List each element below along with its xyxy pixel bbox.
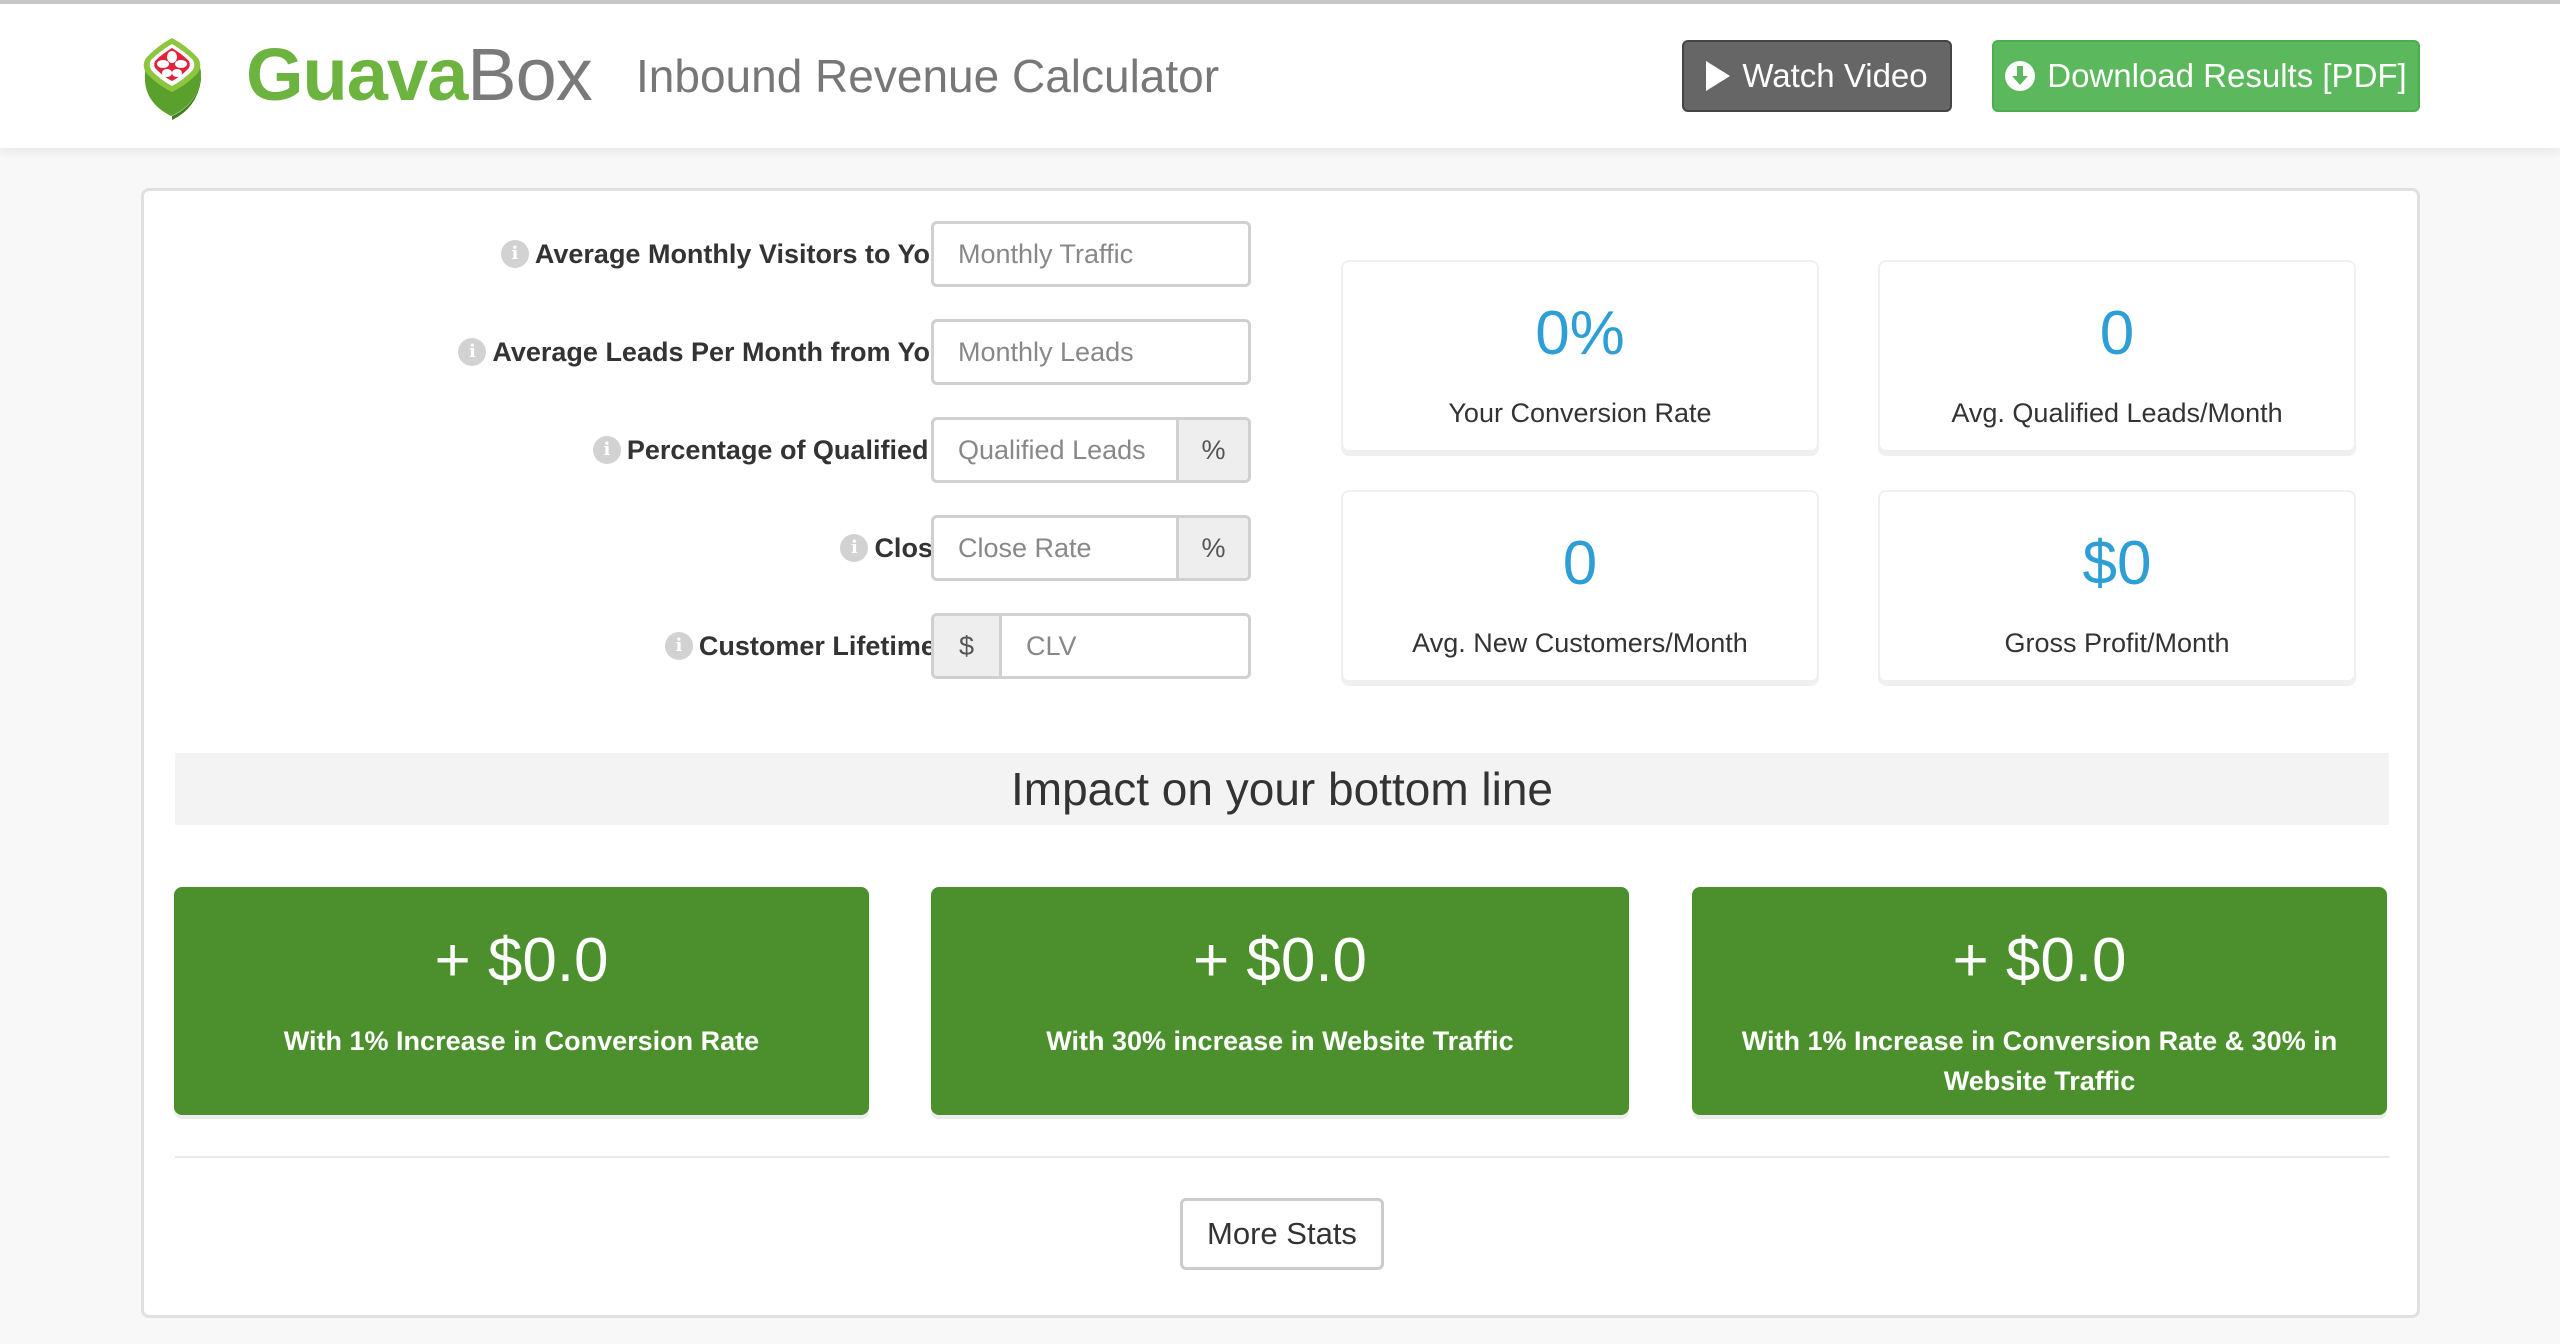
impact-tile-traffic: + $0.0 With 30% increase in Website Traf…: [931, 887, 1629, 1115]
monthly-visitors-group: [931, 221, 1251, 287]
impact-label: With 1% Increase in Conversion Rate & 30…: [1741, 1026, 2338, 1096]
monthly-traffic-input[interactable]: [934, 224, 1248, 284]
form-row-qualified-leads: i Percentage of Qualified Leads %: [144, 417, 1394, 483]
brand-name-secondary: Box: [467, 33, 593, 116]
watch-video-button[interactable]: Watch Video: [1682, 40, 1952, 112]
calculator-panel: i Average Monthly Visitors to Your Site …: [141, 188, 2420, 1318]
impact-label: With 1% Increase in Conversion Rate: [283, 1026, 760, 1056]
impact-value: + $0.0: [1952, 926, 2127, 995]
impact-value: + $0.0: [434, 926, 609, 995]
stat-card-new-customers: 0 Avg. New Customers/Month: [1341, 490, 1819, 682]
more-stats-button[interactable]: More Stats: [1180, 1198, 1384, 1270]
info-icon[interactable]: i: [592, 436, 621, 464]
guava-fruit-icon: [143, 38, 201, 120]
qualified-leads-input[interactable]: [934, 420, 1176, 480]
clv-group: $: [931, 613, 1251, 679]
impact-heading: Impact on your bottom line: [175, 753, 2389, 825]
header: GuavaBox Inbound Revenue Calculator Watc…: [0, 4, 2560, 148]
stat-value: $0: [2082, 529, 2152, 598]
stat-value: 0: [1562, 529, 1598, 598]
brand-logo[interactable]: GuavaBox: [246, 30, 593, 120]
stat-label: Avg. Qualified Leads/Month: [1951, 398, 2283, 428]
stat-card-conversion-rate: 0% Your Conversion Rate: [1341, 260, 1819, 452]
stat-card-qualified-leads: 0 Avg. Qualified Leads/Month: [1878, 260, 2356, 452]
stat-value: 0%: [1535, 299, 1625, 368]
play-icon: [1706, 61, 1731, 91]
monthly-leads-input[interactable]: [934, 322, 1248, 382]
download-results-button[interactable]: Download Results [PDF]: [1992, 40, 2420, 112]
stat-card-gross-profit: $0 Gross Profit/Month: [1878, 490, 2356, 682]
close-rate-group: %: [931, 515, 1251, 581]
form-row-monthly-visitors: i Average Monthly Visitors to Your Site: [144, 221, 1394, 287]
section-divider: [175, 1156, 2389, 1158]
dollar-addon: $: [934, 616, 1002, 676]
impact-tile-combined: + $0.0 With 1% Increase in Conversion Ra…: [1692, 887, 2387, 1115]
download-results-label: Download Results [PDF]: [2047, 57, 2407, 94]
page-title: Inbound Revenue Calculator: [636, 50, 1220, 102]
form-row-close-rate: i Close Rate %: [144, 515, 1394, 581]
qualified-leads-group: %: [931, 417, 1251, 483]
info-icon[interactable]: i: [840, 534, 869, 562]
info-icon[interactable]: i: [458, 338, 487, 366]
form-row-monthly-leads: i Average Leads Per Month from Your Site: [144, 319, 1394, 385]
close-rate-input[interactable]: [934, 518, 1176, 578]
stat-label: Avg. New Customers/Month: [1412, 628, 1748, 658]
download-circle-icon: [2005, 61, 2036, 91]
stat-label: Your Conversion Rate: [1448, 398, 1712, 428]
form-row-clv: i Customer Lifetime Value $: [144, 613, 1394, 679]
info-icon[interactable]: i: [500, 240, 529, 268]
impact-tile-conversion: + $0.0 With 1% Increase in Conversion Ra…: [174, 887, 869, 1115]
stat-label: Gross Profit/Month: [2004, 628, 2230, 658]
clv-input[interactable]: [1002, 616, 1248, 676]
impact-value: + $0.0: [1192, 926, 1368, 995]
monthly-leads-group: [931, 319, 1251, 385]
percent-addon: %: [1176, 420, 1248, 480]
brand-name-primary: Guava: [246, 33, 468, 116]
impact-label: With 30% increase in Website Traffic: [1046, 1026, 1514, 1056]
stat-value: 0: [2099, 299, 2135, 368]
info-icon[interactable]: i: [664, 632, 693, 660]
percent-addon: %: [1176, 518, 1248, 578]
watch-video-label: Watch Video: [1742, 57, 1928, 94]
